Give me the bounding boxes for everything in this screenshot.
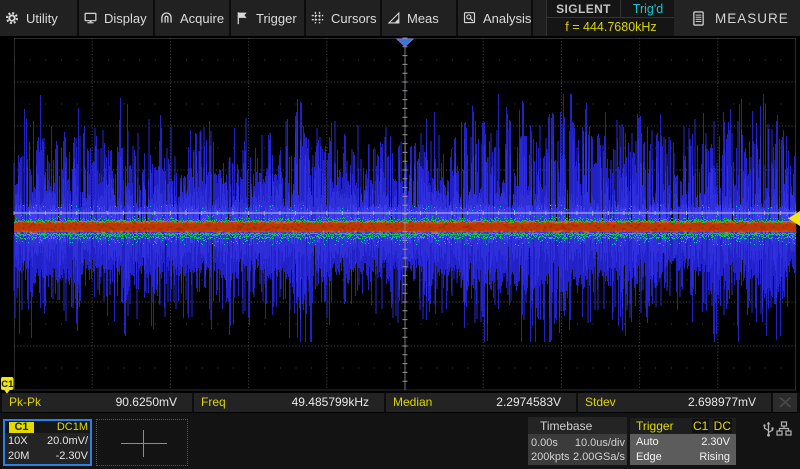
svg-text:C1: C1 — [1, 379, 14, 390]
